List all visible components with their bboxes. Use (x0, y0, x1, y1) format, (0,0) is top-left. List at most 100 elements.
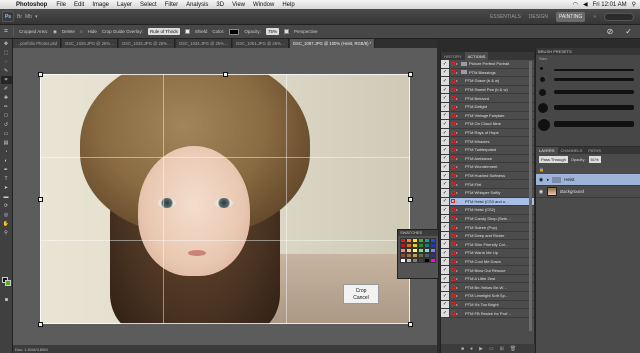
doc-tab[interactable]: DSC_1032.JPG @ 25%… (119, 39, 176, 48)
disclosure-triangle-icon[interactable]: ▸ (547, 177, 549, 183)
crop-handle-br[interactable] (408, 322, 413, 327)
eyedropper-tool-icon[interactable]: ✐ (1, 85, 12, 93)
disclosure-triangle-icon[interactable]: ▸ (456, 164, 461, 169)
action-toggle-checkbox[interactable]: ✓ (441, 137, 449, 145)
dialog-toggle-icon[interactable] (449, 309, 456, 317)
action-toggle-checkbox[interactable]: ✓ (441, 128, 449, 137)
doc-tab[interactable]: DSC_1025.JPG @ 25%… (62, 39, 119, 48)
cs-live-search[interactable] (604, 12, 634, 21)
minibridge-icon[interactable]: Mb (25, 14, 32, 20)
action-toggle-checkbox[interactable]: ✓ (441, 94, 449, 103)
action-toggle-checkbox[interactable]: ✓ (441, 266, 449, 274)
visibility-eye-icon[interactable]: ◉ (538, 189, 544, 195)
disclosure-triangle-icon[interactable]: ▸ (456, 311, 461, 316)
action-toggle-checkbox[interactable]: ✓ (441, 85, 449, 94)
action-toggle-checkbox[interactable]: ✓ (441, 274, 449, 283)
trash-icon[interactable]: 🗑 (510, 346, 516, 352)
lock-icon[interactable]: 🔒 (539, 167, 544, 172)
bridge-icon[interactable]: Br (17, 14, 22, 20)
action-toggle-checkbox[interactable]: ✓ (441, 171, 449, 180)
doc-tab[interactable]: DSC_1034.JPG @ 25%… (176, 39, 233, 48)
visibility-eye-icon[interactable]: ◉ (538, 177, 544, 183)
action-toggle-checkbox[interactable]: ✓ (441, 60, 449, 68)
stop-icon[interactable]: ■ (461, 346, 464, 352)
quick-select-tool-icon[interactable]: ✎ (1, 67, 12, 75)
disclosure-triangle-icon[interactable]: ▸ (456, 173, 461, 178)
action-item[interactable]: ✓ ▸ PTM Warm Me Up (441, 249, 534, 258)
action-item[interactable]: ✓ ▸ PTM Sweet Pea (b & w) (441, 85, 534, 95)
action-toggle-checkbox[interactable]: ✓ (441, 163, 449, 171)
new-set-icon[interactable]: ▭ (489, 346, 494, 352)
doc-tab[interactable]: DSC_1051.JPG @ 25%… (233, 39, 290, 48)
tab-paths[interactable]: PATHS (585, 147, 604, 154)
menu-view[interactable]: View (228, 2, 249, 8)
layer-row[interactable]: ◉ ▸ Heist (536, 174, 640, 186)
path-select-icon[interactable]: ➤ (1, 184, 12, 192)
dialog-toggle-icon[interactable] (449, 171, 456, 180)
action-toggle-checkbox[interactable]: ✓ (441, 188, 449, 197)
crop-menu-crop[interactable]: Crop (356, 288, 367, 294)
action-toggle-checkbox[interactable]: ✓ (441, 300, 449, 309)
menu-window[interactable]: Window (249, 2, 278, 8)
record-icon[interactable]: ● (470, 346, 473, 352)
dialog-toggle-icon[interactable] (449, 85, 456, 94)
action-item[interactable]: ✓ ▸ PTM Delight (441, 102, 534, 112)
disclosure-triangle-icon[interactable]: ▸ (456, 147, 461, 152)
action-item[interactable]: ✓ ▸ PTM Limelight Soft Sp… (441, 292, 534, 301)
delete-radio[interactable]: ◉ (53, 29, 57, 35)
brush-preset[interactable] (554, 78, 634, 81)
action-toggle-checkbox[interactable]: ✓ (441, 214, 449, 223)
crop-handle-ml[interactable] (38, 197, 43, 202)
action-item[interactable]: ✓ ▸ PTM Hushed Softness (441, 171, 534, 181)
workspace-more-icon[interactable]: » (593, 14, 596, 20)
disclosure-triangle-icon[interactable]: ▸ (456, 207, 461, 212)
cancel-crop-icon[interactable]: ⊘ (607, 27, 614, 36)
disclosure-triangle-icon[interactable]: ▸ (456, 293, 461, 298)
lasso-tool-icon[interactable]: ◌ (1, 58, 12, 66)
action-item[interactable]: ✓ ▸ PTM Rays of Hope (441, 128, 534, 138)
layer-name[interactable]: Heist (564, 177, 574, 182)
status-doc-size[interactable]: Doc: 1.51M/3.89M (15, 347, 48, 352)
dialog-toggle-icon[interactable] (449, 102, 456, 111)
dialog-toggle-icon[interactable] (449, 145, 456, 154)
brush-preset[interactable] (554, 105, 634, 110)
canvas-area[interactable]: Crop Cancel (13, 48, 437, 345)
brush-preset[interactable] (554, 121, 634, 127)
marquee-tool-icon[interactable]: ⬚ (1, 49, 12, 57)
menu-filter[interactable]: Filter (161, 2, 182, 8)
dialog-toggle-icon[interactable] (449, 128, 456, 137)
brush-tool-icon[interactable]: ✏ (1, 103, 12, 111)
brush-preset[interactable] (540, 77, 545, 82)
zoom-tool-icon[interactable]: ⚲ (1, 229, 12, 237)
dialog-toggle-icon[interactable] (449, 188, 456, 197)
commit-crop-icon[interactable]: ✓ (625, 27, 632, 36)
disclosure-triangle-icon[interactable]: ▸ (456, 104, 461, 109)
dialog-toggle-icon[interactable] (449, 137, 456, 145)
action-item[interactable]: ✓ ▸ PTM A Little Zest (441, 274, 534, 284)
dialog-toggle-icon[interactable] (449, 300, 456, 309)
menu-layer[interactable]: Layer (113, 2, 136, 8)
action-item[interactable]: ✓ ▸ PTM Blow Out Rescue (441, 266, 534, 275)
action-item[interactable]: ✓ ▸ PTM Soiree (Pop) (441, 223, 534, 232)
disclosure-triangle-icon[interactable]: ▸ (456, 182, 461, 187)
action-item[interactable]: ✓ ▸ PTM FB Resize for Prof… (441, 309, 534, 318)
menu-help[interactable]: Help (278, 2, 298, 8)
action-item[interactable]: ✓ ▸ PTM Cool Me Down (441, 257, 534, 267)
overlay-select[interactable]: Rule of Thirds (147, 28, 180, 35)
disclosure-triangle-icon[interactable]: ▸ (456, 199, 461, 204)
action-toggle-checkbox[interactable]: ✓ (441, 68, 449, 77)
opacity-input[interactable]: 75% (265, 28, 279, 35)
tab-layers[interactable]: LAYERS (536, 147, 558, 154)
blur-tool-icon[interactable]: ◔ (1, 148, 12, 156)
shield-checkbox[interactable] (184, 29, 190, 34)
action-item[interactable]: ✓ ▸ PTM Twitterpated (441, 145, 534, 155)
tab-actions[interactable]: ACTIONS (464, 52, 489, 60)
action-toggle-checkbox[interactable]: ✓ (441, 120, 449, 128)
layer-row[interactable]: ◉ Background (536, 186, 640, 198)
dialog-toggle-icon[interactable] (449, 163, 456, 171)
crop-handle-bl[interactable] (38, 322, 43, 327)
disclosure-triangle-icon[interactable]: ▸ (456, 190, 461, 195)
workspace-essentials[interactable]: ESSENTIALS (490, 14, 521, 20)
disclosure-triangle-icon[interactable]: ▸ (456, 242, 461, 247)
action-toggle-checkbox[interactable]: ✓ (441, 283, 449, 292)
